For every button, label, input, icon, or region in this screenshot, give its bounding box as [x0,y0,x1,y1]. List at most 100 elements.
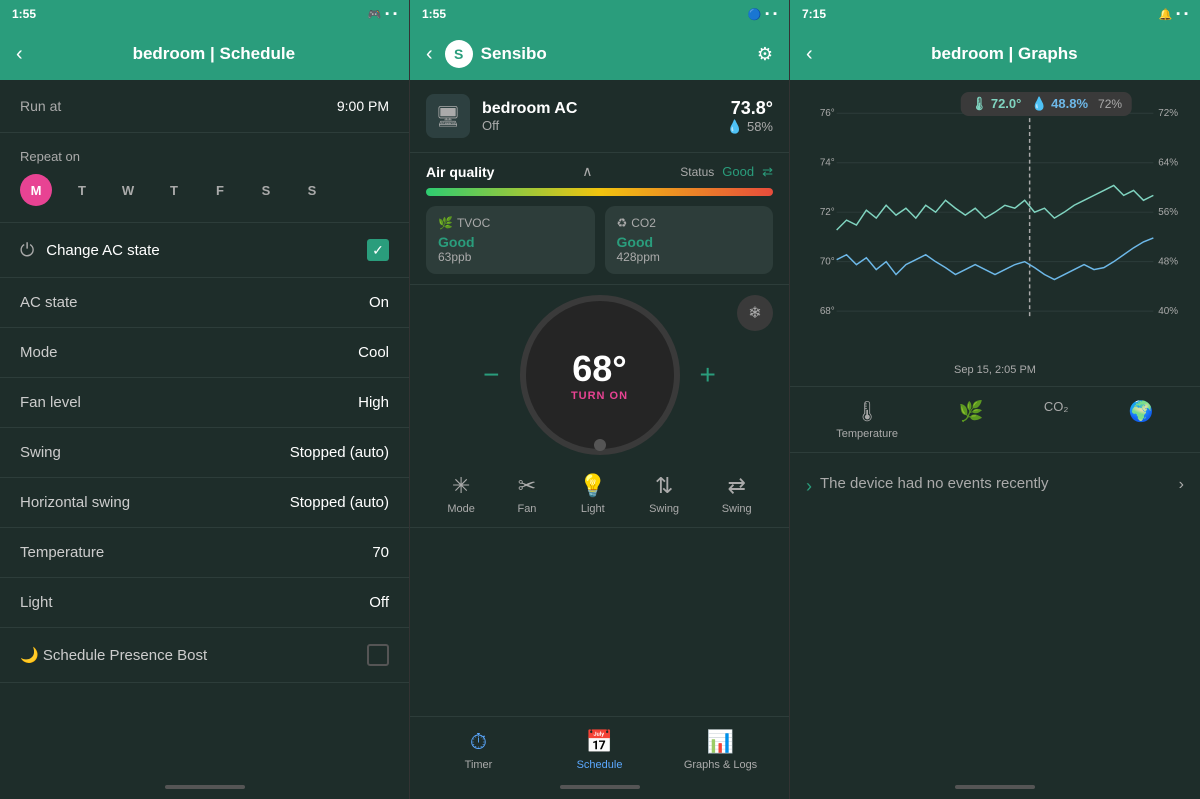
device-header: 🖥 bedroom AC Off 73.8° 💧 58% [410,80,789,153]
status-label: Status [680,165,714,179]
graph-section: 🌡 72.0° 💧 48.8% 72% 76° 74° 72° 70° 68° … [790,80,1200,387]
change-ac-checkbox[interactable]: ✓ [367,239,389,261]
tooltip-humid: 💧 48.8% [1031,96,1088,112]
settings-icon[interactable]: ⚙ [757,44,773,65]
schedule-icon: 📅 [586,729,613,755]
nav-graphs[interactable]: 📊 Graphs & Logs [660,729,781,771]
swing-v-control[interactable]: ⇅ Swing [649,473,679,515]
collapse-button[interactable]: › [1179,473,1184,497]
ac-state-value: On [369,294,389,311]
aq-bar [426,188,773,196]
mode-row[interactable]: Mode Cool [0,328,409,378]
ambient-temp: 73.8° [727,98,773,119]
light-label: Light [20,594,53,611]
change-ac-row[interactable]: ⏻ Change AC state ✓ [0,223,409,278]
status-row: Status Good ⇄ [680,164,773,180]
svg-text:76°: 76° [820,108,835,119]
co2-status: Good [617,234,762,250]
fan-mode-icon[interactable]: ❄ [737,295,773,331]
thermostat-ring[interactable]: 68° TURN ON [520,295,680,455]
nav-schedule[interactable]: 📅 Schedule [539,729,660,771]
tvoc-title: 🌿 TVOC [438,216,583,230]
day-tuesday[interactable]: T [66,174,98,206]
ac-state-row[interactable]: AC state On [0,278,409,328]
legend-global[interactable]: 🌍 [1129,399,1154,440]
no-events-text: The device had no events recently [820,473,1048,496]
legend-co2[interactable]: CO₂ [1044,399,1069,440]
status-icons-left: 🎮 ▪ ▪ [367,8,397,21]
mode-control[interactable]: ✳ Mode [447,473,475,515]
nav-timer[interactable]: ⏱ Timer [418,729,539,771]
svg-text:56%: 56% [1158,207,1178,218]
light-icon: 💡 [579,473,606,499]
day-wednesday[interactable]: W [112,174,144,206]
temp-decrease-button[interactable]: − [463,359,519,391]
horiz-swing-row[interactable]: Horizontal swing Stopped (auto) [0,478,409,528]
svg-text:64%: 64% [1158,158,1178,169]
day-sunday[interactable]: S [296,174,328,206]
aq-chevron-icon[interactable]: ∧ [582,163,592,180]
thermometer-icon: 🌡 [854,399,879,424]
svg-text:72%: 72% [1158,108,1178,119]
day-thursday[interactable]: T [158,174,190,206]
sensibo-logo: S [445,40,473,68]
temperature-row[interactable]: Temperature 70 [0,528,409,578]
header-right: ‹ bedroom | Graphs [790,28,1200,80]
home-bar-right [955,785,1035,789]
co2-card: ♻ CO2 Good 428ppm [605,206,774,274]
swing-row[interactable]: Swing Stopped (auto) [0,428,409,478]
back-button-middle[interactable]: ‹ [426,43,433,66]
back-button-left[interactable]: ‹ [16,43,23,66]
graphs-icon: 📊 [707,729,734,755]
back-button-right[interactable]: ‹ [806,43,813,66]
fan-control[interactable]: ✂ Fan [517,473,536,515]
schedule-panel: 1:55 🎮 ▪ ▪ ‹ bedroom | Schedule Run at 9… [0,0,410,799]
light-control[interactable]: 💡 Light [579,473,606,515]
temperature-value: 70 [372,544,389,561]
fan-control-label: Fan [517,503,536,515]
device-status: Off [482,118,715,133]
presence-checkbox[interactable] [367,644,389,666]
home-indicator-left [0,779,409,799]
swing-v-icon: ⇅ [655,473,673,499]
day-friday[interactable]: F [204,174,236,206]
header-left: ‹ bedroom | Schedule [0,28,409,80]
status-icons-middle: 🔵 ▪ ▪ [747,8,777,21]
run-at-label: Run at [20,98,61,114]
light-value: Off [369,594,389,611]
page-title-left: bedroom | Schedule [35,44,393,64]
light-row[interactable]: Light Off [0,578,409,628]
day-monday[interactable]: M [20,174,52,206]
tvoc-status: Good [438,234,583,250]
co2-title: ♻ CO2 [617,216,762,230]
swing-h-control[interactable]: ⇄ Swing [722,473,752,515]
fan-level-row[interactable]: Fan level High [0,378,409,428]
horiz-swing-label: Horizontal swing [20,494,130,511]
co2-value: 428ppm [617,250,762,264]
light-control-label: Light [581,503,605,515]
svg-text:70°: 70° [820,257,835,268]
schedule-presence-row[interactable]: 🌙 Schedule Presence Bost [0,628,409,683]
svg-text:72°: 72° [820,207,835,218]
time-left: 1:55 [12,7,36,21]
swing-h-label: Swing [722,503,752,515]
temp-increase-button[interactable]: + [680,359,736,391]
legend-temperature[interactable]: 🌡 Temperature [836,399,898,440]
aq-label: Air quality [426,164,494,180]
graph-container: 76° 74° 72° 70° 68° 72% 64% 56% 48% 40% [802,100,1188,360]
repeat-section: Repeat on M T W T F S S [0,133,409,223]
aq-cards: 🌿 TVOC Good 63ppb ♻ CO2 Good 428ppm [426,206,773,274]
tvoc-value: 63ppb [438,250,583,264]
graph-svg: 76° 74° 72° 70° 68° 72% 64% 56% 48% 40% [802,100,1188,360]
tooltip-percent: 72% [1098,97,1122,111]
horiz-swing-value: Stopped (auto) [290,494,389,511]
day-buttons: M T W T F S S [20,174,389,206]
temp-humidity: 73.8° 💧 58% [727,98,773,135]
timer-icon: ⏱ [470,729,487,755]
main-content: 🖥 bedroom AC Off 73.8° 💧 58% Air quality… [410,80,789,716]
device-info: bedroom AC Off [482,100,715,133]
legend-tvoc[interactable]: 🌿 [958,399,983,440]
day-saturday[interactable]: S [250,174,282,206]
swing-label: Swing [20,444,61,461]
status-icons-right: 🔔 ▪ ▪ [1158,8,1188,21]
